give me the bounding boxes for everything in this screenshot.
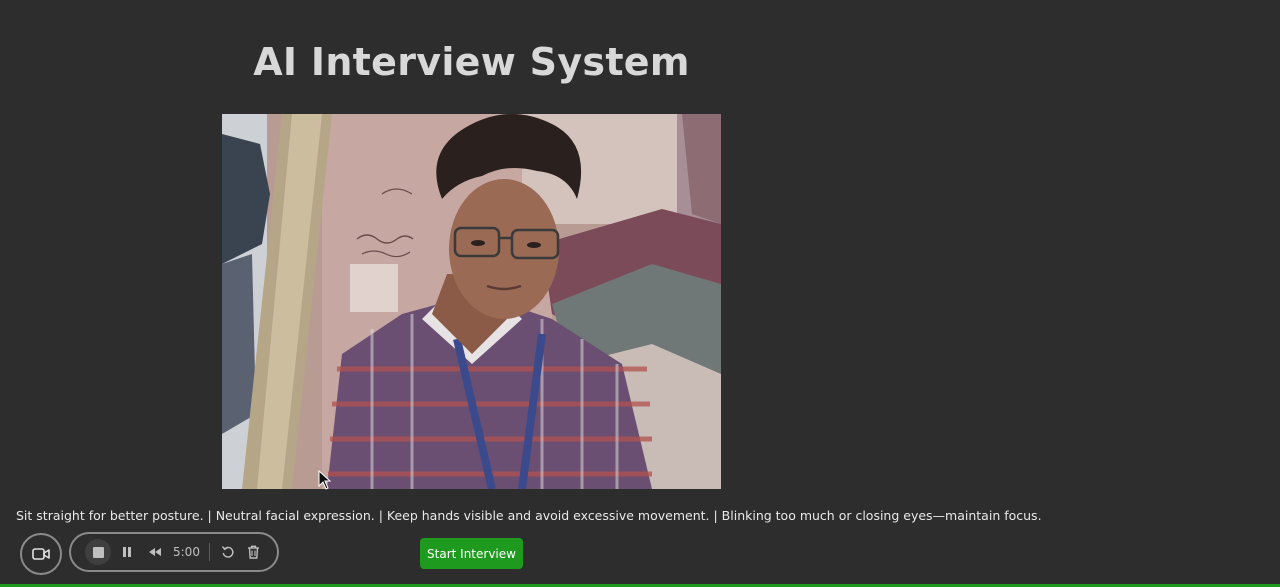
restart-button[interactable] [218, 542, 238, 562]
controls-divider [208, 543, 210, 561]
trash-icon [248, 545, 260, 559]
recording-controls: 5:00 [69, 532, 279, 572]
delete-button[interactable] [244, 542, 264, 562]
rewind-icon [149, 548, 161, 556]
webcam-frame-illustration [222, 114, 721, 489]
rewind-button[interactable] [145, 542, 165, 562]
pause-button[interactable] [117, 542, 137, 562]
video-camera-icon [32, 548, 50, 560]
recording-timer: 5:00 [173, 545, 200, 559]
page-title: AI Interview System [253, 40, 690, 84]
webcam-video-feed [222, 114, 721, 489]
camera-toggle-button[interactable] [20, 533, 62, 575]
stop-button[interactable] [85, 539, 111, 565]
pause-icon [123, 547, 131, 557]
stop-icon [92, 546, 104, 558]
start-interview-button[interactable]: Start Interview [420, 538, 523, 569]
posture-tips-text: Sit straight for better posture. | Neutr… [16, 508, 1042, 523]
mouse-cursor-icon [318, 470, 332, 490]
page: AI Interview System Sit straight for bet… [0, 0, 1280, 587]
restart-icon [221, 546, 234, 558]
